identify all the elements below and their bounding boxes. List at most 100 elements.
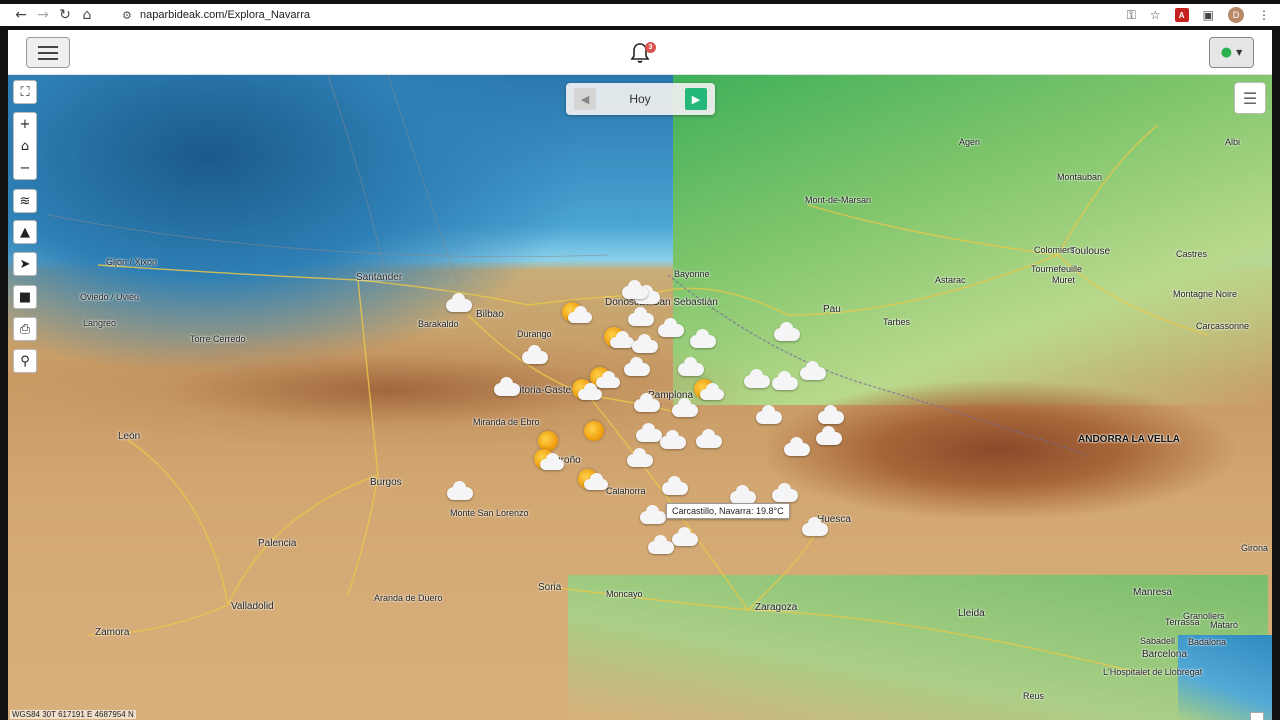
city-label: Granollers <box>1183 611 1225 621</box>
next-day-button[interactable]: ▶ <box>685 88 707 110</box>
city-label: Sabadell <box>1140 636 1176 646</box>
city-label: Manresa <box>1133 587 1172 598</box>
folder-icon: ■ <box>18 289 32 305</box>
reload-icon[interactable]: ↻ <box>54 4 76 26</box>
attribution-toggle[interactable] <box>1250 712 1264 720</box>
city-label: Montagne Noire <box>1173 289 1238 299</box>
hamburger-line <box>38 51 58 54</box>
city-label: Palencia <box>258 538 297 549</box>
city-label: Zaragoza <box>755 602 798 613</box>
city-label: Aranda de Duero <box>374 593 443 603</box>
address-bar[interactable]: ⚙ naparbideak.com/Explora_Navarra <box>122 5 1092 25</box>
forward-icon[interactable]: → <box>32 4 54 26</box>
weather-cloud-icon[interactable] <box>444 293 474 315</box>
weather-cloud-icon[interactable] <box>782 437 812 459</box>
layers-icon: ☰ <box>1242 88 1258 108</box>
city-label: Albi <box>1225 137 1241 147</box>
locate-button[interactable]: ➤ <box>13 252 37 276</box>
weather-cloud-icon[interactable] <box>814 426 844 448</box>
extensions-icon[interactable]: ▣ <box>1203 8 1214 22</box>
weather-partly-sunny-icon[interactable] <box>562 302 592 324</box>
city-label: Barakaldo <box>418 319 459 329</box>
weather-cloud-icon[interactable] <box>658 430 688 452</box>
search-button[interactable]: ⚲ <box>13 349 37 373</box>
weather-partly-sunny-icon[interactable] <box>578 469 608 491</box>
city-label: Astarac <box>935 275 966 285</box>
weather-cloud-icon[interactable] <box>688 329 718 351</box>
weather-cloud-icon[interactable] <box>622 357 652 379</box>
print-button[interactable]: ⎙ <box>13 317 37 341</box>
weather-cloud-icon[interactable] <box>630 334 660 356</box>
city-label: Pau <box>823 304 841 315</box>
weather-tooltip: Carcastillo, Navarra: 19.8°C <box>666 503 790 519</box>
layers-button[interactable]: ☰ <box>1234 82 1266 114</box>
weather-cloud-icon[interactable] <box>660 476 690 498</box>
city-label: Tarbes <box>883 317 911 327</box>
city-label: Vitoria-Gasteiz <box>513 385 579 396</box>
weather-partly-sunny-icon[interactable] <box>534 449 564 471</box>
home-icon[interactable]: ⌂ <box>76 4 98 26</box>
weather-cloud-icon[interactable] <box>800 517 830 539</box>
home-view-button[interactable]: ⌂ <box>14 135 36 157</box>
weather-cloud-icon[interactable] <box>816 405 846 427</box>
fullscreen-button[interactable]: ⛶ <box>13 80 37 104</box>
bookmark-star-icon[interactable]: ☆ <box>1150 8 1161 22</box>
city-label: Oviedo / Uviéu <box>80 292 140 302</box>
caret-down-icon: ▼ <box>1236 48 1243 57</box>
city-label: Barcelona <box>1142 649 1188 660</box>
city-label: Muret <box>1052 275 1076 285</box>
hamburger-menu-button[interactable] <box>26 37 70 68</box>
profile-avatar[interactable]: D <box>1228 7 1244 23</box>
weather-cloud-icon[interactable] <box>520 345 550 367</box>
weather-cloud-icon[interactable] <box>742 369 772 391</box>
site-settings-icon[interactable]: ⚙ <box>122 9 140 22</box>
weather-cloud-icon[interactable] <box>638 505 668 527</box>
city-label: Colomiers <box>1034 245 1075 255</box>
weather-cloud-icon[interactable] <box>646 535 676 557</box>
terrain-profile-button[interactable]: ▲ <box>13 220 37 244</box>
city-label: Girona <box>1241 543 1269 553</box>
prev-day-button[interactable]: ◀ <box>574 88 596 110</box>
navigation-arrow-icon: ➤ <box>19 256 31 272</box>
city-label: Montauban <box>1057 172 1103 182</box>
weather-cloud-icon[interactable] <box>754 405 784 427</box>
weather-cloud-icon[interactable] <box>656 318 686 340</box>
weather-sunny-icon[interactable] <box>584 421 614 443</box>
home-icon: ⌂ <box>20 138 30 154</box>
weather-cloud-icon[interactable] <box>676 357 706 379</box>
more-menu-icon[interactable]: ⋮ <box>1258 8 1270 22</box>
city-label: Castres <box>1176 249 1208 259</box>
key-icon[interactable]: ⚿ <box>1127 8 1136 23</box>
weather-cloud-icon[interactable] <box>625 448 655 470</box>
zoom-out-button[interactable]: − <box>14 157 36 179</box>
weather-cloud-icon[interactable] <box>770 483 800 505</box>
hamburger-line <box>38 45 58 48</box>
city-label: Badalona <box>1188 637 1227 647</box>
weather-cloud-icon[interactable] <box>445 481 475 503</box>
city-label-capital: ANDORRA LA VELLA <box>1078 434 1181 445</box>
weather-cloud-icon[interactable] <box>798 361 828 383</box>
back-icon[interactable]: ← <box>10 4 32 26</box>
city-label: León <box>118 431 141 442</box>
city-label: L'Hospitalet de Llobregat <box>1103 667 1203 677</box>
weather-cloud-icon[interactable] <box>492 377 522 399</box>
map-view[interactable]: Gijón / Xixón Oviedo / Uviéu Santander B… <box>8 75 1272 720</box>
open-file-button[interactable]: ■ <box>13 285 37 309</box>
city-label: Bilbao <box>476 309 504 320</box>
city-label: Zamora <box>95 627 130 638</box>
hamburger-line <box>38 57 58 60</box>
weather-cloud-icon[interactable] <box>772 322 802 344</box>
weather-cloud-icon[interactable] <box>770 371 800 393</box>
weather-partly-sunny-icon[interactable] <box>572 379 602 401</box>
elevation-profile-button[interactable]: ≋ <box>13 189 37 213</box>
city-label: Monte San Lorenzo <box>450 508 529 518</box>
weather-cloud-icon[interactable] <box>620 280 650 302</box>
pdf-extension-icon[interactable]: A <box>1174 8 1189 22</box>
weather-cloud-icon[interactable] <box>694 429 724 451</box>
weather-cloud-icon[interactable] <box>632 393 662 415</box>
user-menu-button[interactable]: ● ▼ <box>1209 37 1254 68</box>
weather-cloud-icon[interactable] <box>670 398 700 420</box>
city-label: Moncayo <box>606 589 643 599</box>
weather-cloud-icon[interactable] <box>626 307 656 329</box>
zoom-in-button[interactable]: + <box>14 113 36 135</box>
